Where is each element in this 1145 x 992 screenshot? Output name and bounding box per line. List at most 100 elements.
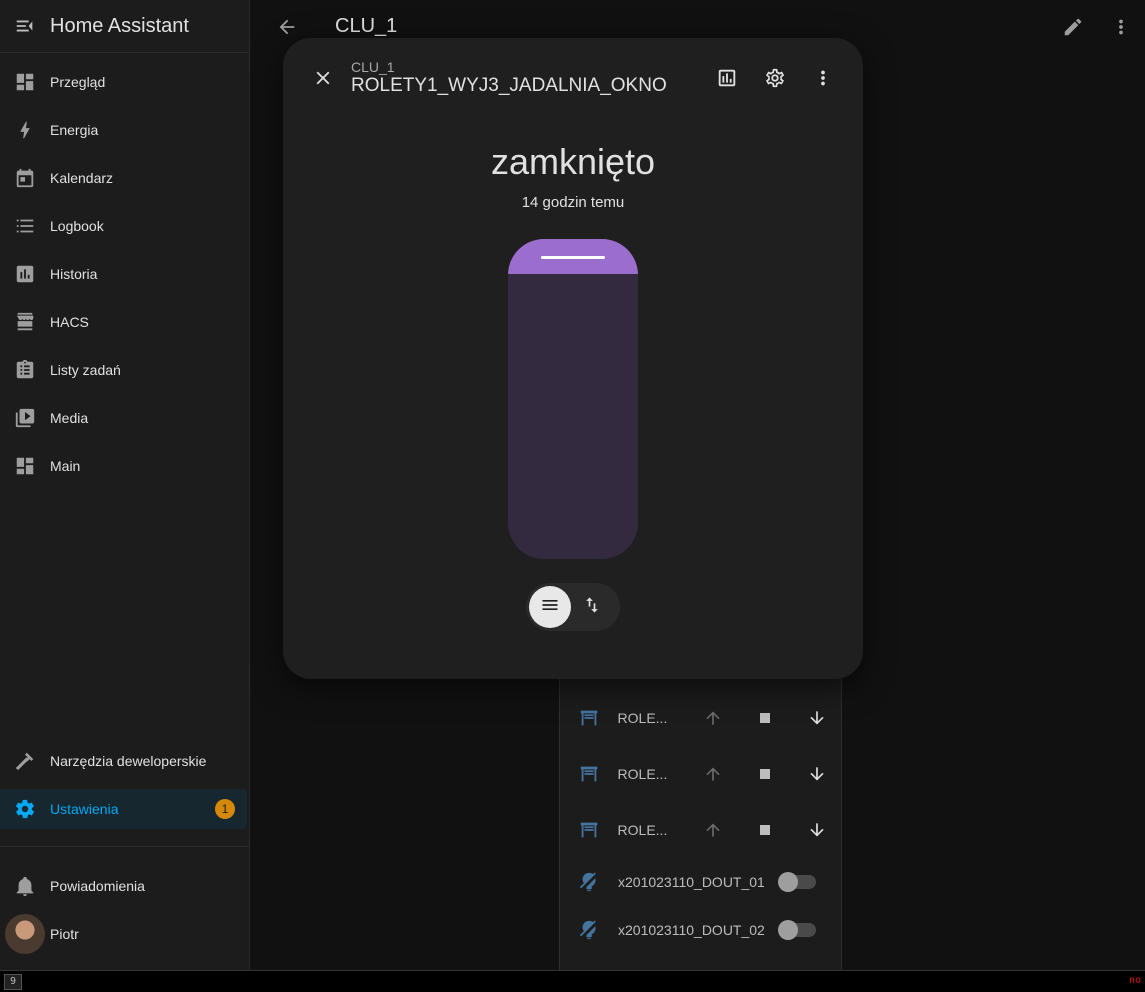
switch-row[interactable]: x201023110_DOUT_02 xyxy=(560,910,843,950)
cover-controls xyxy=(687,764,843,784)
cover-row[interactable]: ROLE... xyxy=(560,698,843,738)
stop-icon[interactable] xyxy=(739,708,791,728)
more-vertical-icon[interactable] xyxy=(1097,3,1145,51)
sidebar-item-historia[interactable]: Historia xyxy=(0,254,247,294)
app-title: Home Assistant xyxy=(50,14,189,37)
arrow-down-icon[interactable] xyxy=(791,820,843,840)
calendar-icon xyxy=(0,167,50,189)
list-icon xyxy=(0,215,50,237)
sidebar-item-label: Przegląd xyxy=(50,74,106,90)
sidebar-item-label: Logbook xyxy=(50,218,104,234)
avatar xyxy=(5,914,45,954)
mode-buttons-button[interactable] xyxy=(571,586,613,628)
slider-handle[interactable] xyxy=(541,256,605,259)
clipboard-list-icon xyxy=(0,359,50,381)
cover-controls xyxy=(687,708,843,728)
dialog-actions xyxy=(703,54,847,102)
entity-name: ROLE... xyxy=(617,822,668,838)
dashboard-icon xyxy=(0,71,50,93)
toggle-knob xyxy=(778,872,798,892)
sidebar-item-main[interactable]: Main xyxy=(0,446,247,486)
sidebar-divider xyxy=(0,846,250,847)
sidebar-item-settings[interactable]: Ustawienia 1 xyxy=(0,789,247,829)
arrow-down-icon[interactable] xyxy=(791,764,843,784)
sidebar-item-label: Piotr xyxy=(50,926,79,942)
lightbulb-off-icon xyxy=(560,871,618,893)
toggle-knob xyxy=(778,920,798,940)
sidebar-item-label: Media xyxy=(50,410,89,426)
sidebar-item-label: Narzędzia deweloperskie xyxy=(50,753,207,769)
avatar-wrapper xyxy=(0,914,50,954)
mode-position-button[interactable] xyxy=(529,586,571,628)
sidebar-item-label: Listy zadań xyxy=(50,362,121,378)
more-vertical-icon[interactable] xyxy=(799,54,847,102)
sidebar-item-listy-zadan[interactable]: Listy zadań xyxy=(0,350,247,390)
stop-icon[interactable] xyxy=(739,764,791,784)
gear-icon[interactable] xyxy=(751,54,799,102)
arrow-up-icon[interactable] xyxy=(687,708,739,728)
lightbulb-off-icon xyxy=(560,919,618,941)
top-actions xyxy=(1049,0,1145,53)
cover-controls xyxy=(687,820,843,840)
dashboard-icon xyxy=(0,455,50,477)
menu-lines-icon xyxy=(540,595,560,620)
last-changed: 14 godzin temu xyxy=(521,194,625,211)
switch-row[interactable]: x201023110_DOUT_01 xyxy=(560,862,843,902)
sidebar-item-developer-tools[interactable]: Narzędzia deweloperskie xyxy=(0,741,247,781)
status-left: 9 xyxy=(4,974,22,990)
hacs-icon xyxy=(0,311,50,333)
toggle-switch[interactable] xyxy=(778,920,816,940)
sidebar-item-label: HACS xyxy=(50,314,89,330)
sidebar-item-media[interactable]: Media xyxy=(0,398,247,438)
sidebar-item-user[interactable]: Piotr xyxy=(0,914,247,954)
status-right: no xyxy=(1128,975,1141,986)
play-box-icon xyxy=(0,407,50,429)
sidebar: Home Assistant Przegląd Energia Kalendar… xyxy=(0,0,250,970)
window-shutter-icon xyxy=(560,763,618,785)
more-info-dialog: CLU_1 ROLETY1_WYJ3_JADALNIA_OKNO zamknię… xyxy=(283,38,863,679)
gear-icon xyxy=(0,798,50,820)
arrow-down-icon[interactable] xyxy=(791,708,843,728)
sidebar-header: Home Assistant xyxy=(0,0,249,53)
sidebar-item-notifications[interactable]: Powiadomienia xyxy=(0,866,247,906)
sidebar-item-energia[interactable]: Energia xyxy=(0,110,247,150)
entity-name: x201023110_DOUT_01 xyxy=(618,874,765,890)
sidebar-item-label: Energia xyxy=(50,122,99,138)
hammer-icon xyxy=(0,750,50,772)
close-icon[interactable] xyxy=(299,54,347,102)
page-title: CLU_1 xyxy=(335,15,398,37)
entity-name: ROLE... xyxy=(617,710,668,726)
status-bar: 9 no xyxy=(0,970,1145,992)
pencil-icon[interactable] xyxy=(1049,3,1097,51)
sidebar-item-label: Kalendarz xyxy=(50,170,114,186)
notification-badge: 1 xyxy=(215,799,235,819)
sidebar-item-kalendarz[interactable]: Kalendarz xyxy=(0,158,247,198)
position-slider[interactable] xyxy=(508,239,638,559)
sidebar-item-label: Ustawienia xyxy=(50,801,119,817)
control-mode-switcher xyxy=(526,583,620,631)
window-shutter-icon xyxy=(560,707,618,729)
sidebar-item-label: Historia xyxy=(50,266,98,282)
arrow-up-icon[interactable] xyxy=(687,820,739,840)
cover-row[interactable]: ROLE... xyxy=(560,754,843,794)
sidebar-item-hacs[interactable]: HACS xyxy=(0,302,247,342)
arrow-up-icon[interactable] xyxy=(687,764,739,784)
chart-box-icon[interactable] xyxy=(703,54,751,102)
toggle-switch[interactable] xyxy=(778,872,816,892)
cover-row[interactable]: ROLE... xyxy=(560,810,843,850)
swap-vertical-icon xyxy=(582,595,602,620)
lightning-icon xyxy=(0,119,50,141)
app-root: Home Assistant Przegląd Energia Kalendar… xyxy=(0,0,1145,970)
entity-name: ROLE... xyxy=(617,766,668,782)
chart-box-icon xyxy=(0,263,50,285)
sidebar-item-logbook[interactable]: Logbook xyxy=(0,206,247,246)
sidebar-item-label: Main xyxy=(50,458,81,474)
dialog-title: ROLETY1_WYJ3_JADALNIA_OKNO xyxy=(351,75,667,96)
window-shutter-icon xyxy=(560,819,618,841)
sidebar-item-przeglad[interactable]: Przegląd xyxy=(0,62,247,102)
sidebar-item-label: Powiadomienia xyxy=(50,878,145,894)
stop-icon[interactable] xyxy=(739,820,791,840)
dialog-subtitle: CLU_1 xyxy=(351,59,395,75)
menu-toggle-icon[interactable] xyxy=(0,0,50,53)
bell-icon xyxy=(0,875,50,897)
